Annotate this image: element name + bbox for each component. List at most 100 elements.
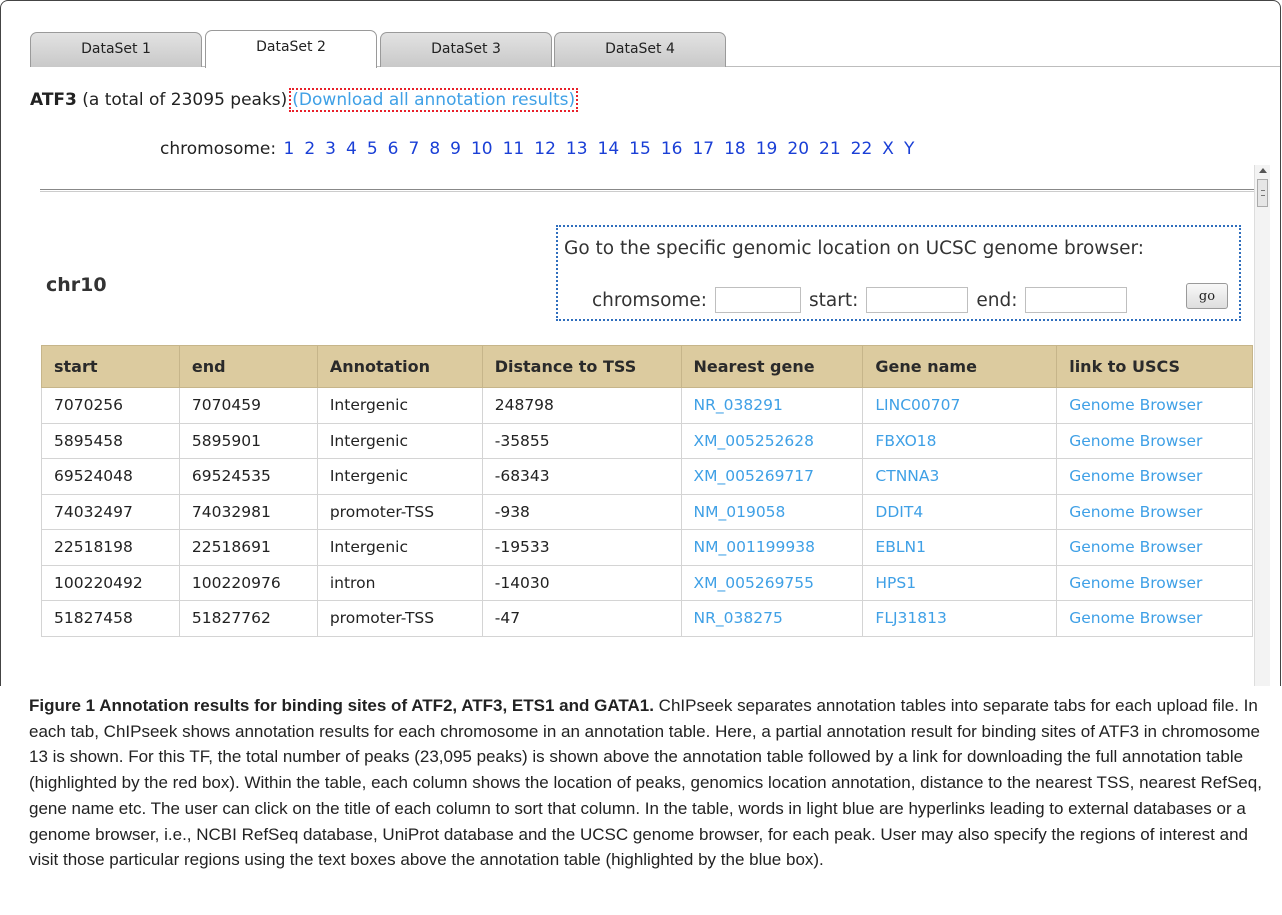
peak-count: (a total of 23095 peaks)	[82, 90, 288, 110]
caption-body: ChIPseek separates annotation tables int…	[29, 696, 1262, 870]
chromosome-link-6[interactable]: 6	[388, 139, 399, 159]
cell-distance-to-tss: 248798	[481, 387, 682, 424]
chromosome-input[interactable]	[715, 287, 802, 313]
cell-gene-name-link[interactable]: CTNNA3	[862, 458, 1058, 495]
chromosome-link-11[interactable]: 11	[503, 139, 525, 159]
cell-start: 51827458	[41, 600, 180, 637]
cell-ucsc-link-link[interactable]: Genome Browser	[1056, 458, 1253, 495]
ucsc-location-box: Go to the specific genomic location on U…	[556, 225, 1241, 321]
cell-annotation: Intergenic	[316, 458, 483, 495]
scroll-up-arrow-icon[interactable]	[1259, 168, 1267, 173]
chromosome-link-22[interactable]: 22	[851, 139, 873, 159]
chromosome-nav: chromosome: 1 2 3 4 5 6 7 8 9 10 11 12 13 14 15 16 17 18 1…	[160, 139, 924, 159]
tab-dataset-2[interactable]: DataSet 2	[205, 30, 377, 68]
chromosome-link-10[interactable]: 10	[471, 139, 493, 159]
chromosome-field-label: chromsome:	[592, 289, 708, 311]
tab-dataset-3[interactable]: DataSet 3	[380, 32, 552, 67]
table-row: 22518198 22518691 Intergenic -19533 NM_00119…	[41, 529, 1253, 566]
end-field-label: end:	[976, 289, 1018, 311]
scrollbar-thumb[interactable]	[1257, 179, 1268, 207]
chromosome-link-20[interactable]: 20	[787, 139, 809, 159]
chromosome-link-1[interactable]: 1	[284, 139, 295, 159]
chromosome-link-2[interactable]: 2	[304, 139, 315, 159]
end-input[interactable]	[1025, 287, 1128, 313]
cell-ucsc-link-link[interactable]: Genome Browser	[1056, 600, 1253, 637]
cell-distance-to-tss: -19533	[481, 529, 682, 566]
cell-nearest-gene-link[interactable]: NM_001199938	[680, 529, 864, 566]
cell-end: 74032981	[178, 493, 318, 530]
chromosome-link-9[interactable]: 9	[450, 139, 461, 159]
cell-nearest-gene-link[interactable]: NM_019058	[680, 493, 864, 530]
cell-ucsc-link-link[interactable]: Genome Browser	[1056, 387, 1253, 424]
chromosome-link-4[interactable]: 4	[346, 139, 357, 159]
chromosome-link-y[interactable]: Y	[904, 139, 914, 159]
chromosome-link-21[interactable]: 21	[819, 139, 841, 159]
tf-name: ATF3	[30, 90, 77, 110]
chromosome-link-16[interactable]: 16	[661, 139, 683, 159]
cell-gene-name-link[interactable]: DDIT4	[862, 493, 1058, 530]
chromosome-link-19[interactable]: 19	[756, 139, 778, 159]
chromosome-link-7[interactable]: 7	[408, 139, 419, 159]
chromosome-link-8[interactable]: 8	[429, 139, 440, 159]
cell-end: 7070459	[178, 387, 318, 424]
column-header-link-to-ucsc[interactable]: link to USCS	[1056, 345, 1253, 388]
start-input[interactable]	[866, 287, 969, 313]
table-row: 7070256 7070459 Intergenic 248798 NR_038291 L…	[41, 387, 1253, 424]
cell-ucsc-link-link[interactable]: Genome Browser	[1056, 564, 1253, 601]
chromosome-link-3[interactable]: 3	[325, 139, 336, 159]
cell-distance-to-tss: -938	[481, 493, 682, 530]
divider	[40, 189, 1255, 192]
cell-distance-to-tss: -47	[481, 600, 682, 637]
cell-gene-name-link[interactable]: LINC00707	[862, 387, 1058, 424]
table-row: 5895458 5895901 Intergenic -35855 XM_0052526…	[41, 422, 1253, 459]
cell-start: 100220492	[41, 564, 180, 601]
cell-nearest-gene-link[interactable]: XM_005252628	[680, 422, 864, 459]
cell-ucsc-link-link[interactable]: Genome Browser	[1056, 493, 1253, 530]
cell-annotation: intron	[316, 564, 483, 601]
go-button[interactable]: go	[1186, 283, 1228, 309]
table-header-row: start end Annotation Distance to TSS Nea…	[41, 345, 1253, 388]
cell-distance-to-tss: -14030	[481, 564, 682, 601]
chromosome-link-18[interactable]: 18	[724, 139, 746, 159]
chromosome-link-13[interactable]: 13	[566, 139, 588, 159]
chromosome-link-12[interactable]: 12	[534, 139, 556, 159]
cell-nearest-gene-link[interactable]: NR_038275	[680, 600, 864, 637]
column-header-nearest-gene[interactable]: Nearest gene	[680, 345, 864, 388]
cell-ucsc-link-link[interactable]: Genome Browser	[1056, 529, 1253, 566]
cell-end: 22518691	[178, 529, 318, 566]
figure-caption: Figure 1 Annotation results for binding …	[29, 693, 1269, 873]
chromosome-link-14[interactable]: 14	[598, 139, 620, 159]
cell-ucsc-link-link[interactable]: Genome Browser	[1056, 422, 1253, 459]
tab-dataset-1[interactable]: DataSet 1	[30, 32, 202, 67]
cell-gene-name-link[interactable]: FLJ31813	[862, 600, 1058, 637]
vertical-scrollbar[interactable]	[1254, 165, 1270, 686]
cell-gene-name-link[interactable]: HPS1	[862, 564, 1058, 601]
cell-nearest-gene-link[interactable]: NR_038291	[680, 387, 864, 424]
cell-nearest-gene-link[interactable]: XM_005269755	[680, 564, 864, 601]
column-header-end[interactable]: end	[178, 345, 318, 388]
cell-end: 51827762	[178, 600, 318, 637]
chromosome-link-17[interactable]: 17	[692, 139, 714, 159]
cell-nearest-gene-link[interactable]: XM_005269717	[680, 458, 864, 495]
cell-annotation: Intergenic	[316, 422, 483, 459]
chromosome-link-x[interactable]: X	[882, 139, 894, 159]
column-header-start[interactable]: start	[41, 345, 180, 388]
cell-start: 69524048	[41, 458, 180, 495]
column-header-annotation[interactable]: Annotation	[316, 345, 483, 388]
cell-distance-to-tss: -35855	[481, 422, 682, 459]
column-header-distance-to-tss[interactable]: Distance to TSS	[481, 345, 682, 388]
tab-dataset-4[interactable]: DataSet 4	[554, 32, 726, 67]
download-results-link[interactable]: (Download all annotation results)	[289, 88, 579, 112]
cell-gene-name-link[interactable]: FBXO18	[862, 422, 1058, 459]
cell-start: 74032497	[41, 493, 180, 530]
ucsc-input-row: chromsome: start: end:	[592, 287, 1135, 313]
cell-gene-name-link[interactable]: EBLN1	[862, 529, 1058, 566]
chromosome-link-5[interactable]: 5	[367, 139, 378, 159]
table-row: 100220492 100220976 intron -14030 XM_0052697…	[41, 564, 1253, 601]
table-row: 69524048 69524535 Intergenic -68343 XM_00526…	[41, 458, 1253, 495]
chromosome-title: chr10	[46, 274, 107, 296]
chromosome-link-15[interactable]: 15	[629, 139, 651, 159]
column-header-gene-name[interactable]: Gene name	[862, 345, 1058, 388]
ucsc-box-title: Go to the specific genomic location on U…	[564, 238, 1144, 259]
chromosome-nav-label: chromosome:	[160, 139, 277, 159]
